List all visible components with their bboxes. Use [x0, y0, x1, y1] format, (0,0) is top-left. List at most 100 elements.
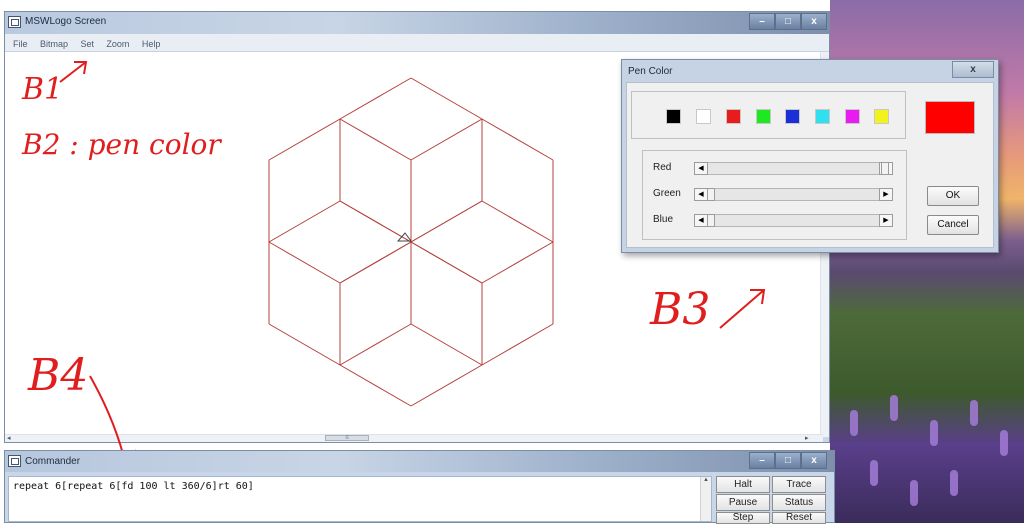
menu-bitmap[interactable]: Bitmap: [36, 36, 72, 49]
color-preview: [925, 101, 975, 134]
annotation-b3: B3: [650, 284, 711, 335]
ok-button[interactable]: OK: [927, 186, 979, 206]
flower-decoration: [930, 420, 938, 446]
turtle-line: [410, 77, 483, 120]
turtle-line: [410, 118, 483, 161]
right-arrow-icon[interactable]: ▶: [879, 188, 893, 201]
flower-decoration: [950, 470, 958, 496]
flower-decoration: [1000, 430, 1008, 456]
blue-slider[interactable]: ◀ ▶: [694, 214, 893, 227]
annotation-b2: B2 : pen color: [22, 128, 221, 161]
maximize-button[interactable]: □: [775, 452, 801, 469]
command-output[interactable]: repeat 6[repeat 6[fd 100 lt 360/6]rt 60]…: [8, 476, 712, 522]
pen-color-dialog: Pen Color x Red ◀ ▶ Green: [621, 59, 999, 253]
slider-thumb[interactable]: [881, 162, 889, 175]
reset-button[interactable]: Reset: [772, 512, 826, 524]
swatch-blue[interactable]: [785, 109, 800, 124]
swatch-cyan[interactable]: [815, 109, 830, 124]
turtle-line: [481, 118, 554, 161]
pause-button[interactable]: Pause: [716, 494, 770, 511]
slider-green-label: Green: [653, 188, 681, 199]
swatch-yellow[interactable]: [874, 109, 889, 124]
annotation-b1: B1: [22, 72, 63, 107]
left-arrow-icon[interactable]: ◀: [694, 162, 708, 175]
swatch-black[interactable]: [666, 109, 681, 124]
maximize-button[interactable]: □: [775, 13, 801, 30]
slider-blue-label: Blue: [653, 214, 674, 225]
right-arrow-icon[interactable]: ▶: [879, 214, 893, 227]
annotation-arrow-icon: [719, 289, 766, 329]
annotation-b1-text: B1: [22, 72, 64, 107]
command-text: repeat 6[repeat 6[fd 100 lt 360/6]rt 60]: [13, 481, 254, 492]
minimize-button[interactable]: –: [749, 452, 775, 469]
swatch-white[interactable]: [696, 109, 711, 124]
turtle-line: [410, 364, 483, 407]
minimize-button[interactable]: –: [749, 13, 775, 30]
turtle-line: [410, 323, 483, 366]
green-slider[interactable]: ◀ ▶: [694, 188, 893, 201]
turtle-line: [410, 241, 483, 284]
turtle-line: [339, 200, 412, 243]
turtle-icon: [396, 232, 412, 242]
rgb-sliders: Red ◀ ▶ Green ◀ ▶ Blue ◀ ▶: [642, 150, 907, 240]
commander-title: Commander: [25, 456, 81, 467]
menu-set[interactable]: Set: [76, 36, 98, 49]
slider-green: Green ◀ ▶: [643, 188, 908, 202]
command-scrollbar[interactable]: ▲: [700, 477, 711, 521]
title-bar[interactable]: MSWLogo Screen – □ x: [5, 12, 829, 34]
color-palette: [631, 91, 906, 139]
turtle-line: [410, 200, 483, 243]
turtle-line: [268, 241, 341, 284]
turtle-line: [481, 241, 554, 284]
commander-title-bar[interactable]: Commander – □ x: [5, 451, 834, 472]
step-button[interactable]: Step: [716, 512, 770, 524]
menu-help[interactable]: Help: [138, 36, 165, 49]
slider-thumb[interactable]: [707, 214, 715, 227]
flower-decoration: [970, 400, 978, 426]
turtle-line: [339, 364, 412, 407]
app-icon: [8, 16, 21, 28]
slider-blue: Blue ◀ ▶: [643, 214, 908, 228]
halt-button[interactable]: Halt: [716, 476, 770, 493]
flower-decoration: [910, 480, 918, 506]
scroll-thumb[interactable]: ≡: [325, 435, 369, 441]
red-slider[interactable]: ◀ ▶: [694, 162, 893, 175]
left-arrow-icon[interactable]: ◀: [694, 214, 708, 227]
swatch-green[interactable]: [756, 109, 771, 124]
commander-window: Commander – □ x repeat 6[repeat 6[fd 100…: [4, 450, 835, 524]
flower-decoration: [850, 410, 858, 436]
menu-bar: File Bitmap Set Zoom Help: [5, 34, 829, 52]
dialog-title: Pen Color: [628, 66, 673, 77]
menu-file[interactable]: File: [9, 36, 32, 49]
trace-button[interactable]: Trace: [772, 476, 826, 493]
turtle-line: [268, 118, 341, 161]
turtle-line: [339, 118, 412, 161]
turtle-line: [481, 323, 554, 366]
swatch-red[interactable]: [726, 109, 741, 124]
turtle-line: [481, 200, 554, 243]
turtle-line: [339, 323, 412, 366]
slider-red: Red ◀ ▶: [643, 162, 908, 176]
app-icon: [8, 455, 21, 467]
menu-zoom[interactable]: Zoom: [102, 36, 133, 49]
left-arrow-icon[interactable]: ◀: [694, 188, 708, 201]
dialog-body: Red ◀ ▶ Green ◀ ▶ Blue ◀ ▶: [626, 82, 994, 248]
turtle-line: [268, 323, 341, 366]
cancel-button[interactable]: Cancel: [927, 215, 979, 235]
scroll-left-arrow-icon[interactable]: ◂: [7, 434, 11, 442]
annotation-b4: B4: [28, 350, 89, 401]
slider-red-label: Red: [653, 162, 672, 173]
turtle-line: [339, 77, 412, 120]
swatch-magenta[interactable]: [845, 109, 860, 124]
close-button[interactable]: x: [801, 13, 827, 30]
close-button[interactable]: x: [801, 452, 827, 469]
slider-thumb[interactable]: [707, 188, 715, 201]
status-button[interactable]: Status: [772, 494, 826, 511]
scroll-right-arrow-icon[interactable]: ▸: [805, 434, 809, 442]
flower-decoration: [870, 460, 878, 486]
turtle-line: [339, 241, 412, 284]
flower-decoration: [890, 395, 898, 421]
dialog-close-button[interactable]: x: [952, 61, 994, 78]
window-title: MSWLogo Screen: [25, 16, 107, 27]
annotation-arrow-icon: [59, 61, 88, 83]
